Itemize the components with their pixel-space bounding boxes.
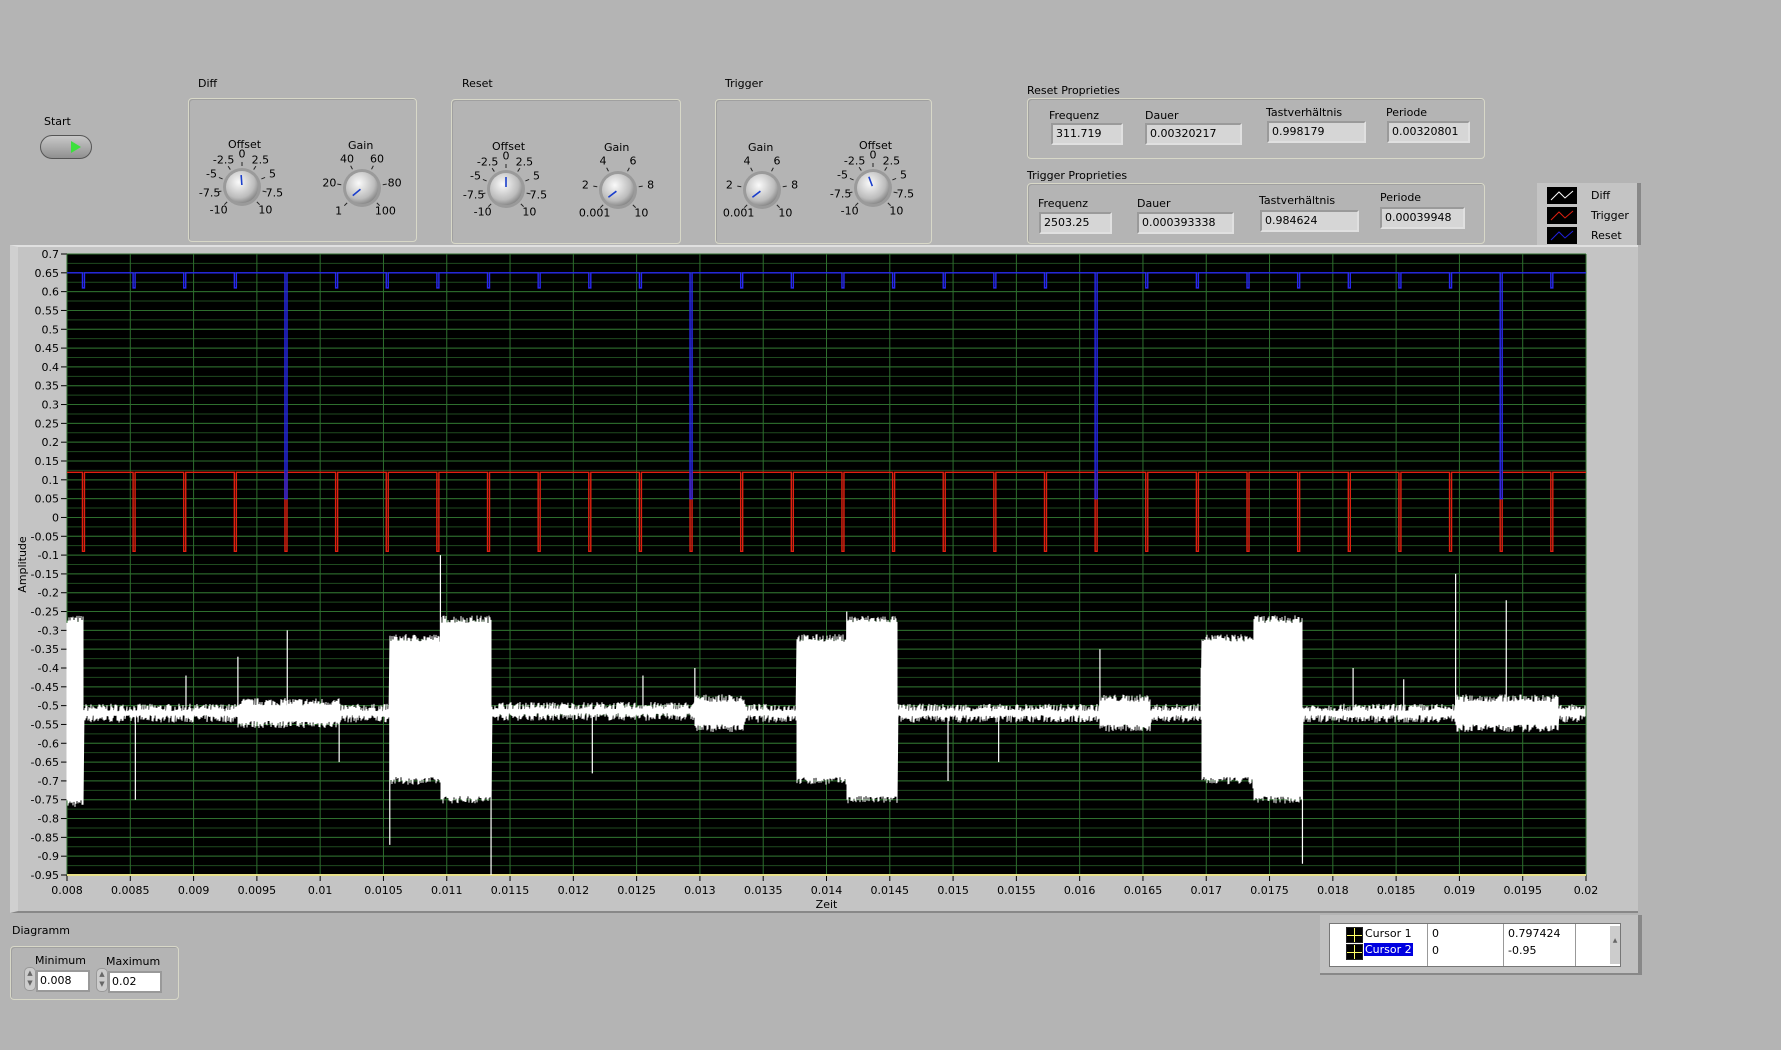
y-tick-label: 0.65: [35, 267, 60, 280]
minimum-spinner[interactable]: ▲ ▼: [24, 967, 36, 991]
y-tick-label: -0.25: [31, 606, 59, 619]
x-axis-label: Zeit: [816, 898, 838, 911]
y-tick-label: 0.45: [35, 342, 60, 355]
y-tick-label: 0.1: [42, 474, 60, 487]
minimum-input[interactable]: 0.008: [36, 970, 90, 992]
y-tick-label: -0.8: [38, 813, 59, 826]
y-tick-label: 0.4: [42, 361, 60, 374]
x-tick-label: 0.0195: [1503, 884, 1542, 897]
y-tick-label: 0.5: [42, 323, 60, 336]
y-tick-label: -0.75: [31, 794, 59, 807]
y-tick-label: -0.4: [38, 662, 59, 675]
y-tick-label: 0.6: [42, 286, 60, 299]
cursor-x: 0: [1432, 927, 1439, 940]
legend-label: Trigger: [1591, 209, 1629, 222]
x-tick-label: 0.0185: [1377, 884, 1416, 897]
x-tick-label: 0.0165: [1124, 884, 1163, 897]
x-tick-label: 0.015: [937, 884, 969, 897]
cursor-crosshair-icon: [1346, 944, 1363, 960]
cursor-y: 0.797424: [1508, 927, 1561, 940]
x-tick-label: 0.009: [178, 884, 210, 897]
cursor-name-selected: Cursor 2: [1364, 943, 1413, 956]
x-tick-label: 0.0105: [364, 884, 403, 897]
y-tick-label: 0.7: [42, 248, 60, 261]
cursor-row[interactable]: Cursor 2 0 -0.95: [1330, 943, 1620, 960]
x-tick-label: 0.012: [558, 884, 590, 897]
y-tick-label: 0.35: [35, 380, 60, 393]
cursor-table: ▲ Cursor 1 0 0.797424 Cursor 2 0 -0.95: [1329, 923, 1621, 967]
x-tick-label: 0.0155: [997, 884, 1036, 897]
y-tick-label: -0.05: [31, 530, 59, 543]
y-tick-label: -0.7: [38, 775, 59, 788]
y-tick-label: 0.15: [35, 455, 60, 468]
cursor-crosshair-icon: [1346, 927, 1363, 943]
y-tick-label: -0.55: [31, 718, 59, 731]
y-tick-label: -0.6: [38, 737, 59, 750]
x-tick-label: 0.02: [1574, 884, 1599, 897]
legend-swatch-trigger-icon: [1547, 207, 1577, 224]
y-tick-label: -0.45: [31, 681, 59, 694]
waveform-chart: 0.7 0.65 0.6 0.55 0.5 0.45 0.4 0.35 0.3 0.25 0.2 0.…: [16, 248, 1599, 911]
y-tick-label: -0.5: [38, 700, 59, 713]
y-tick-label: -0.2: [38, 587, 59, 600]
x-tick-label: 0.019: [1444, 884, 1476, 897]
y-tick-label: -0.95: [31, 869, 59, 882]
diagramm-title: Diagramm: [12, 924, 70, 937]
y-axis-label: Amplitude: [16, 536, 29, 593]
x-tick-label: 0.0125: [617, 884, 656, 897]
x-tick-label: 0.0175: [1250, 884, 1289, 897]
cursor-y: -0.95: [1508, 944, 1537, 957]
y-tick-label: -0.35: [31, 643, 59, 656]
x-tick-label: 0.011: [431, 884, 463, 897]
y-tick-label: -0.65: [31, 756, 59, 769]
x-tick-label: 0.013: [684, 884, 716, 897]
y-tick-label: 0.05: [35, 493, 60, 506]
x-tick-label: 0.018: [1317, 884, 1349, 897]
x-tick-label: 0.0145: [871, 884, 910, 897]
x-tick-label: 0.0095: [238, 884, 277, 897]
y-tick-label: -0.3: [38, 624, 59, 637]
cursor-name: Cursor 1: [1365, 927, 1412, 940]
legend-label: Diff: [1591, 189, 1611, 202]
maximum-label: Maximum: [106, 955, 161, 968]
y-tick-label: -0.9: [38, 850, 59, 863]
cursor-row[interactable]: Cursor 1 0 0.797424: [1330, 926, 1620, 943]
legend-swatch-reset-icon: [1547, 227, 1577, 244]
cursor-x: 0: [1432, 944, 1439, 957]
legend-label: Reset: [1591, 229, 1622, 242]
minimum-label: Minimum: [35, 954, 86, 967]
x-tick-label: 0.01: [308, 884, 333, 897]
y-tick-label: -0.1: [38, 549, 59, 562]
x-tick-label: 0.0115: [491, 884, 530, 897]
y-tick-label: 0.3: [42, 399, 60, 412]
x-tick-label: 0.014: [811, 884, 843, 897]
y-tick-label: -0.15: [31, 568, 59, 581]
x-tick-label: 0.016: [1064, 884, 1096, 897]
x-tick-label: 0.0135: [744, 884, 783, 897]
x-tick-label: 0.017: [1191, 884, 1223, 897]
y-tick-label: 0.55: [35, 304, 60, 317]
y-tick-label: -0.85: [31, 831, 59, 844]
maximum-spinner[interactable]: ▲ ▼: [96, 968, 108, 992]
y-tick-label: 0.25: [35, 417, 60, 430]
plot-legend: Diff Trigger Reset: [1537, 183, 1641, 245]
y-tick-label: 0.2: [42, 436, 60, 449]
cursor-legend: ▲ Cursor 1 0 0.797424 Cursor 2 0 -0.95: [1320, 915, 1642, 975]
y-tick-label: 0: [52, 511, 59, 524]
x-tick-label: 0.008: [51, 884, 83, 897]
maximum-input[interactable]: 0.02: [108, 971, 162, 993]
legend-swatch-diff-icon: [1547, 187, 1577, 204]
x-tick-label: 0.0085: [111, 884, 150, 897]
